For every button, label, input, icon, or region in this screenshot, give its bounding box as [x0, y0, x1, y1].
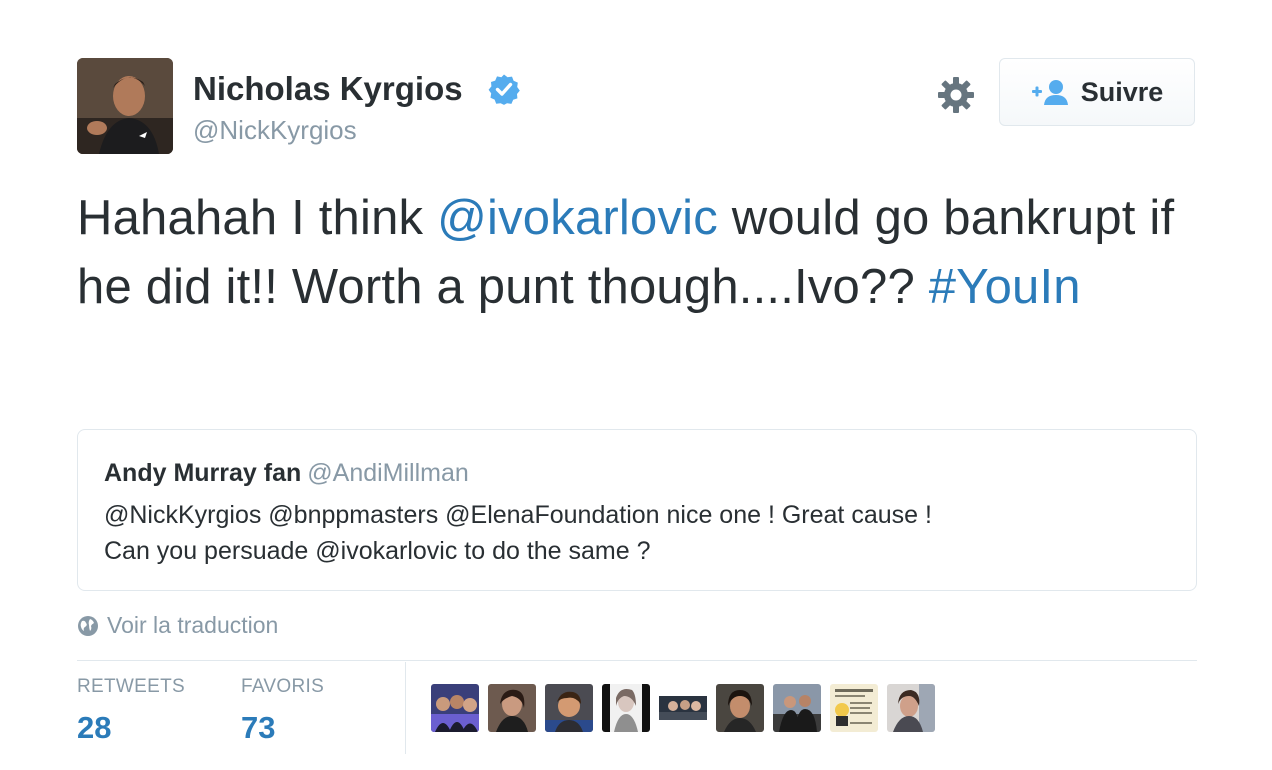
quoted-author-name: Andy Murray fan — [104, 459, 302, 487]
follow-button[interactable]: Suivre — [999, 58, 1195, 126]
quoted-author: Andy Murray fan @AndiMillman — [104, 459, 469, 488]
stats-divider — [77, 660, 1197, 661]
tweet-card: Nicholas Kyrgios @NickKyrgios Suivre Hah… — [0, 0, 1272, 770]
favorites-label: FAVORIS — [241, 676, 325, 697]
user-avatar-4-icon[interactable] — [602, 684, 650, 732]
translate-link[interactable]: Voir la traduction — [77, 612, 278, 639]
profile-photo-icon — [77, 58, 173, 154]
author-avatar[interactable] — [77, 58, 173, 154]
retweets-count: 28 — [77, 710, 112, 745]
mention-link[interactable]: @ivokarlovic — [437, 191, 718, 245]
hashtag-link[interactable]: #YouIn — [929, 260, 1081, 314]
favorites-stat[interactable]: FAVORIS 73 — [241, 676, 324, 746]
translate-label: Voir la traduction — [107, 612, 279, 638]
tweet-text: Hahahah I think @ivokarlovic would go ba… — [77, 184, 1197, 322]
user-avatar-7-icon[interactable] — [773, 684, 821, 732]
favorited-by-avatars — [431, 684, 935, 732]
stats-separator — [405, 662, 406, 754]
tweet-text-segment: Hahahah I think — [77, 191, 438, 245]
quoted-text-line: Can you persuade @ivokarlovic to do the … — [104, 537, 651, 565]
user-avatar-5-icon[interactable] — [659, 684, 707, 732]
quoted-text: @NickKyrgios @bnppmasters @ElenaFoundati… — [104, 497, 1164, 569]
follow-label: Suivre — [1080, 76, 1164, 107]
user-avatar-6-icon[interactable] — [716, 684, 764, 732]
user-avatar-8-icon[interactable] — [830, 684, 878, 732]
retweets-stat[interactable]: RETWEETS 28 — [77, 676, 185, 746]
quoted-author-handle: @AndiMillman — [307, 459, 469, 487]
user-avatar-3-icon[interactable] — [545, 684, 593, 732]
quoted-tweet[interactable]: Andy Murray fan @AndiMillman @NickKyrgios… — [77, 429, 1197, 591]
favorites-count: 73 — [241, 710, 276, 745]
author-name[interactable]: Nicholas Kyrgios — [193, 70, 463, 108]
author-handle[interactable]: @NickKyrgios — [193, 115, 357, 146]
user-avatar-1-icon[interactable] — [431, 684, 479, 732]
add-user-icon — [1031, 80, 1068, 105]
gear-icon[interactable] — [936, 75, 976, 115]
verified-badge-icon — [488, 74, 520, 105]
quoted-text-line: @NickKyrgios @bnppmasters @ElenaFoundati… — [104, 501, 932, 529]
user-avatar-9-icon[interactable] — [887, 684, 935, 732]
globe-icon — [78, 615, 98, 636]
retweets-label: RETWEETS — [77, 676, 185, 697]
user-avatar-2-icon[interactable] — [488, 684, 536, 732]
